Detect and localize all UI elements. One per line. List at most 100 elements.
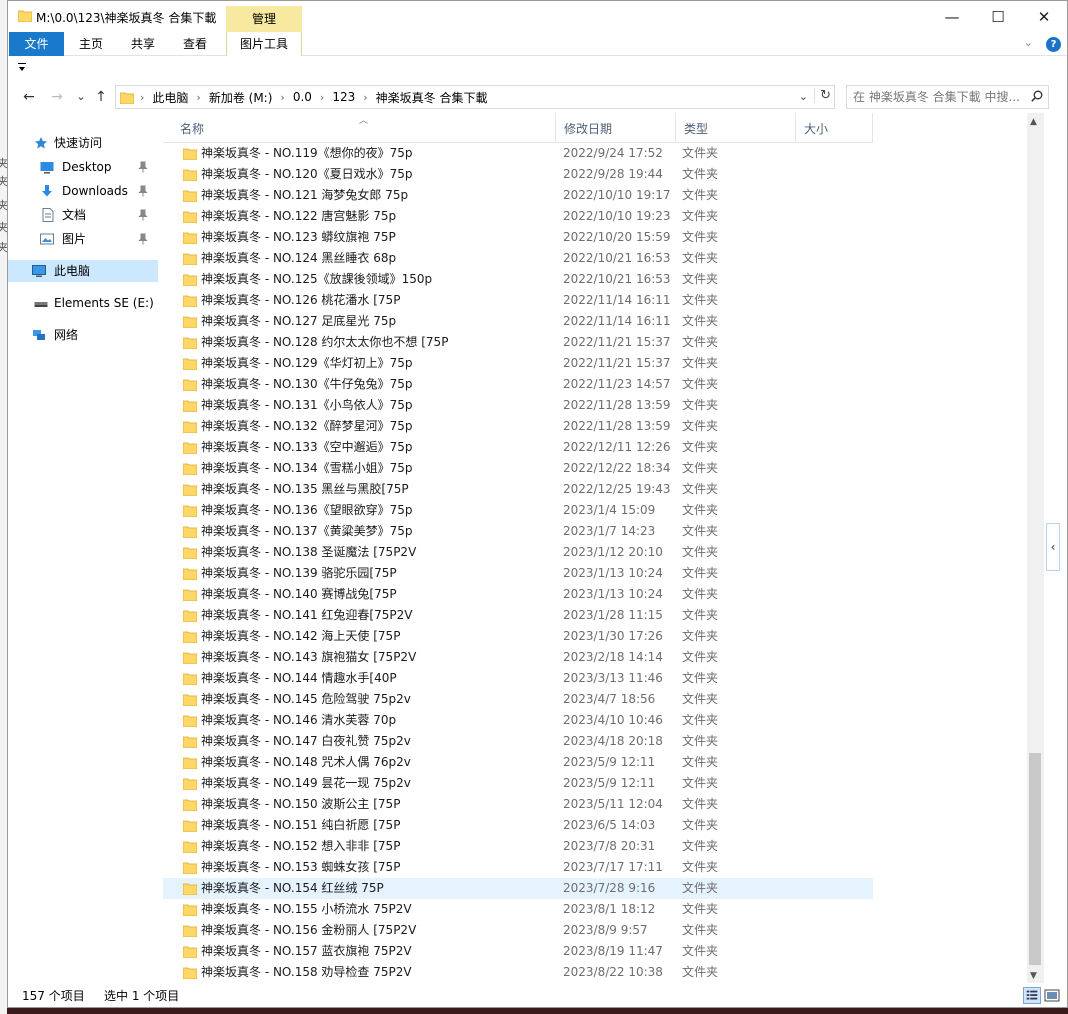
sidebar-item-this-pc[interactable]: 此电脑 <box>8 260 158 282</box>
vertical-scrollbar[interactable]: ▲ ▼ <box>1027 113 1044 983</box>
table-row[interactable]: 神楽坂真冬 - NO.144 情趣水手[40P 2023/3/13 11:46 文件… <box>163 668 873 689</box>
sidebar-item-drive[interactable]: Elements SE (E:) <box>8 292 158 314</box>
table-row[interactable]: 神楽坂真冬 - NO.124 黑丝睡衣 68p 2022/10/21 16:53 文… <box>163 248 873 269</box>
pin-icon[interactable] <box>138 233 148 245</box>
customize-toolbar-icon[interactable] <box>18 63 26 73</box>
details-view-icon[interactable] <box>1023 987 1041 1004</box>
scroll-up-arrow-icon[interactable]: ▲ <box>1030 117 1037 127</box>
table-row[interactable]: 神楽坂真冬 - NO.120《夏日戏水》75p 2022/9/28 19:44 文件… <box>163 164 873 185</box>
table-row[interactable]: 神楽坂真冬 - NO.132《醉梦星河》75p 2022/11/28 13:59 文… <box>163 416 873 437</box>
table-row[interactable]: 神楽坂真冬 - NO.121 海梦兔女郎 75p 2022/10/10 19:17… <box>163 185 873 206</box>
large-icons-view-icon[interactable] <box>1043 987 1061 1004</box>
scroll-down-arrow-icon[interactable]: ▼ <box>1030 971 1037 981</box>
file-name: 神楽坂真冬 - NO.132《醉梦星河》75p <box>201 419 413 433</box>
column-header-size[interactable]: 大小 <box>796 113 873 143</box>
tab-home[interactable]: 主页 <box>70 32 112 56</box>
folder-icon <box>183 715 197 727</box>
refresh-icon[interactable]: ↻ <box>814 88 831 103</box>
file-type: 文件夹 <box>682 797 719 811</box>
table-row[interactable]: 神楽坂真冬 - NO.139 骆驼乐园[75P 2023/1/13 10:24 文件… <box>163 563 873 584</box>
up-button[interactable]: ↑ <box>90 87 112 107</box>
column-header-date[interactable]: 修改日期 <box>556 113 676 143</box>
table-row[interactable]: 神楽坂真冬 - NO.136《望眼欲穿》75p 2023/1/4 15:09 文件夹 <box>163 500 873 521</box>
file-type: 文件夹 <box>682 167 719 181</box>
table-row[interactable]: 神楽坂真冬 - NO.145 危险驾驶 75p2v 2023/4/7 18:56 文… <box>163 689 873 710</box>
table-row[interactable]: 神楽坂真冬 - NO.122 唐宫魅影 75p 2022/10/10 19:23 文… <box>163 206 873 227</box>
maximize-button[interactable]: ☐ <box>975 1 1021 32</box>
back-button[interactable]: ← <box>18 87 40 107</box>
column-header-type[interactable]: 类型 <box>676 113 796 143</box>
table-row[interactable]: 神楽坂真冬 - NO.157 蓝衣旗袍 75P2V 2023/8/19 11:47… <box>163 941 873 962</box>
sidebar-item-desktop[interactable]: Desktop <box>8 156 158 178</box>
table-row[interactable]: 神楽坂真冬 - NO.127 足底星光 75p 2022/11/14 16:11 文… <box>163 311 873 332</box>
table-row[interactable]: 神楽坂真冬 - NO.134《雪糕小姐》75p 2022/12/22 18:34 文… <box>163 458 873 479</box>
file-name: 神楽坂真冬 - NO.145 危险驾驶 75p2v <box>201 692 411 706</box>
sidebar-item-label: Desktop <box>62 160 112 174</box>
breadcrumb-folder-123[interactable]: 123 <box>324 90 363 104</box>
chevron-down-icon[interactable]: ⌄ <box>799 90 808 103</box>
pin-icon[interactable] <box>138 161 148 173</box>
tab-file[interactable]: 文件 <box>9 32 64 56</box>
table-row[interactable]: 神楽坂真冬 - NO.153 蜘蛛女孩 [75P 2023/7/17 17:11 文… <box>163 857 873 878</box>
breadcrumb-drive[interactable]: 新加卷 (M:) <box>201 89 281 106</box>
table-row[interactable]: 神楽坂真冬 - NO.126 桃花潘水 [75P 2022/11/14 16:11… <box>163 290 873 311</box>
table-row[interactable]: 神楽坂真冬 - NO.154 红丝绒 75P 2023/7/28 9:16 文件夹 <box>163 878 873 899</box>
search-input[interactable]: 在 神楽坂真冬 合集下載 中搜... <box>846 85 1049 109</box>
tab-manage[interactable]: 管理 <box>226 6 302 32</box>
computer-icon <box>32 265 46 277</box>
scroll-thumb[interactable] <box>1029 753 1041 965</box>
breadcrumb-folder-00[interactable]: 0.0 <box>285 90 320 104</box>
table-row[interactable]: 神楽坂真冬 - NO.138 圣诞魔法 [75P2V 2023/1/12 20:1… <box>163 542 873 563</box>
table-row[interactable]: 神楽坂真冬 - NO.129《华灯初上》75p 2022/11/21 15:37 文… <box>163 353 873 374</box>
pin-icon[interactable] <box>138 185 148 197</box>
table-row[interactable]: 神楽坂真冬 - NO.123 蟒纹旗袍 75P 2022/10/20 15:59 文… <box>163 227 873 248</box>
column-header-name[interactable]: 名称 <box>172 113 556 143</box>
table-row[interactable]: 神楽坂真冬 - NO.128 约尔太太你也不想 [75P 2022/11/21 1… <box>163 332 873 353</box>
tab-share[interactable]: 共享 <box>122 32 164 56</box>
sidebar-item-network[interactable]: 网络 <box>8 324 158 346</box>
table-row[interactable]: 神楽坂真冬 - NO.155 小桥流水 75P2V 2023/8/1 18:12 文… <box>163 899 873 920</box>
table-row[interactable]: 神楽坂真冬 - NO.151 纯白祈愿 [75P 2023/6/5 14:03 文件… <box>163 815 873 836</box>
file-date: 2023/7/17 17:11 <box>563 860 663 874</box>
minimize-button[interactable]: — <box>929 1 975 32</box>
table-row[interactable]: 神楽坂真冬 - NO.141 红兔迎春[75P2V 2023/1/28 11:15… <box>163 605 873 626</box>
table-row[interactable]: 神楽坂真冬 - NO.133《空中邂逅》75p 2022/12/11 12:26 文… <box>163 437 873 458</box>
table-row[interactable]: 神楽坂真冬 - NO.125《放課後领域》150p 2022/10/21 16:5… <box>163 269 873 290</box>
table-row[interactable]: 神楽坂真冬 - NO.150 波斯公主 [75P 2023/5/11 12:04 文… <box>163 794 873 815</box>
breadcrumb-this-pc[interactable]: 此电脑 <box>144 89 196 106</box>
table-row[interactable]: 神楽坂真冬 - NO.143 旗袍猫女 [75P2V 2023/2/18 14:1… <box>163 647 873 668</box>
table-row[interactable]: 神楽坂真冬 - NO.131《小鸟依人》75p 2022/11/28 13:59 文… <box>163 395 873 416</box>
table-row[interactable]: 神楽坂真冬 - NO.119《想你的夜》75p 2022/9/24 17:52 文件… <box>163 143 873 164</box>
table-row[interactable]: 神楽坂真冬 - NO.137《黄粱美梦》75p 2023/1/7 14:23 文件夹 <box>163 521 873 542</box>
table-row[interactable]: 神楽坂真冬 - NO.156 金粉丽人 [75P2V 2023/8/9 9:57 文… <box>163 920 873 941</box>
sidebar-item-label: 图片 <box>62 232 87 246</box>
table-row[interactable]: 神楽坂真冬 - NO.130《牛仔兔兔》75p 2022/11/23 14:57 文… <box>163 374 873 395</box>
table-row[interactable]: 神楽坂真冬 - NO.142 海上天使 [75P 2023/1/30 17:26 文… <box>163 626 873 647</box>
sidebar-item-pictures[interactable]: 图片 <box>8 228 158 250</box>
tab-picture-tools[interactable]: 图片工具 <box>226 32 302 56</box>
close-button[interactable]: ✕ <box>1021 1 1067 32</box>
table-row[interactable]: 神楽坂真冬 - NO.140 赛博战兔[75P 2023/1/13 10:24 文件… <box>163 584 873 605</box>
table-row[interactable]: 神楽坂真冬 - NO.147 白夜礼赞 75p2v 2023/4/18 20:18… <box>163 731 873 752</box>
sidebar-item-documents[interactable]: 文档 <box>8 204 158 226</box>
chevron-down-icon[interactable]: ⌄ <box>1024 36 1033 49</box>
tab-view[interactable]: 查看 <box>174 32 216 56</box>
help-icon[interactable]: ? <box>1046 37 1061 52</box>
table-row[interactable]: 神楽坂真冬 - NO.149 昙花一现 75p2v 2023/5/9 12:11 文… <box>163 773 873 794</box>
table-row[interactable]: 神楽坂真冬 - NO.135 黑丝与黑胶[75P 2022/12/25 19:43… <box>163 479 873 500</box>
sidebar-item-downloads[interactable]: Downloads <box>8 180 158 202</box>
preview-pane-toggle[interactable]: ‹ <box>1046 523 1060 571</box>
table-row[interactable]: 神楽坂真冬 - NO.152 想入非非 [75P 2023/7/8 20:31 文件… <box>163 836 873 857</box>
table-row[interactable]: 神楽坂真冬 - NO.146 清水芙蓉 70p 2023/4/10 10:46 文件… <box>163 710 873 731</box>
sidebar-item-quick-access[interactable]: 快速访问 <box>8 132 158 154</box>
table-row[interactable]: 神楽坂真冬 - NO.158 劝导检查 75P2V 2023/8/22 10:38… <box>163 962 873 983</box>
pin-icon[interactable] <box>138 209 148 221</box>
recent-locations-button[interactable]: ⌄ <box>70 87 92 107</box>
forward-button[interactable]: → <box>46 87 68 107</box>
table-row[interactable]: 神楽坂真冬 - NO.148 咒术人偶 76p2v 2023/5/9 12:11 文… <box>163 752 873 773</box>
folder-icon <box>183 610 197 622</box>
address-bar[interactable]: › 此电脑 › 新加卷 (M:) › 0.0 › 123 › 神楽坂真冬 合集下… <box>115 85 835 109</box>
folder-icon <box>183 925 197 937</box>
breadcrumb-current-folder[interactable]: 神楽坂真冬 合集下載 <box>368 89 496 106</box>
folder-icon <box>183 316 197 328</box>
